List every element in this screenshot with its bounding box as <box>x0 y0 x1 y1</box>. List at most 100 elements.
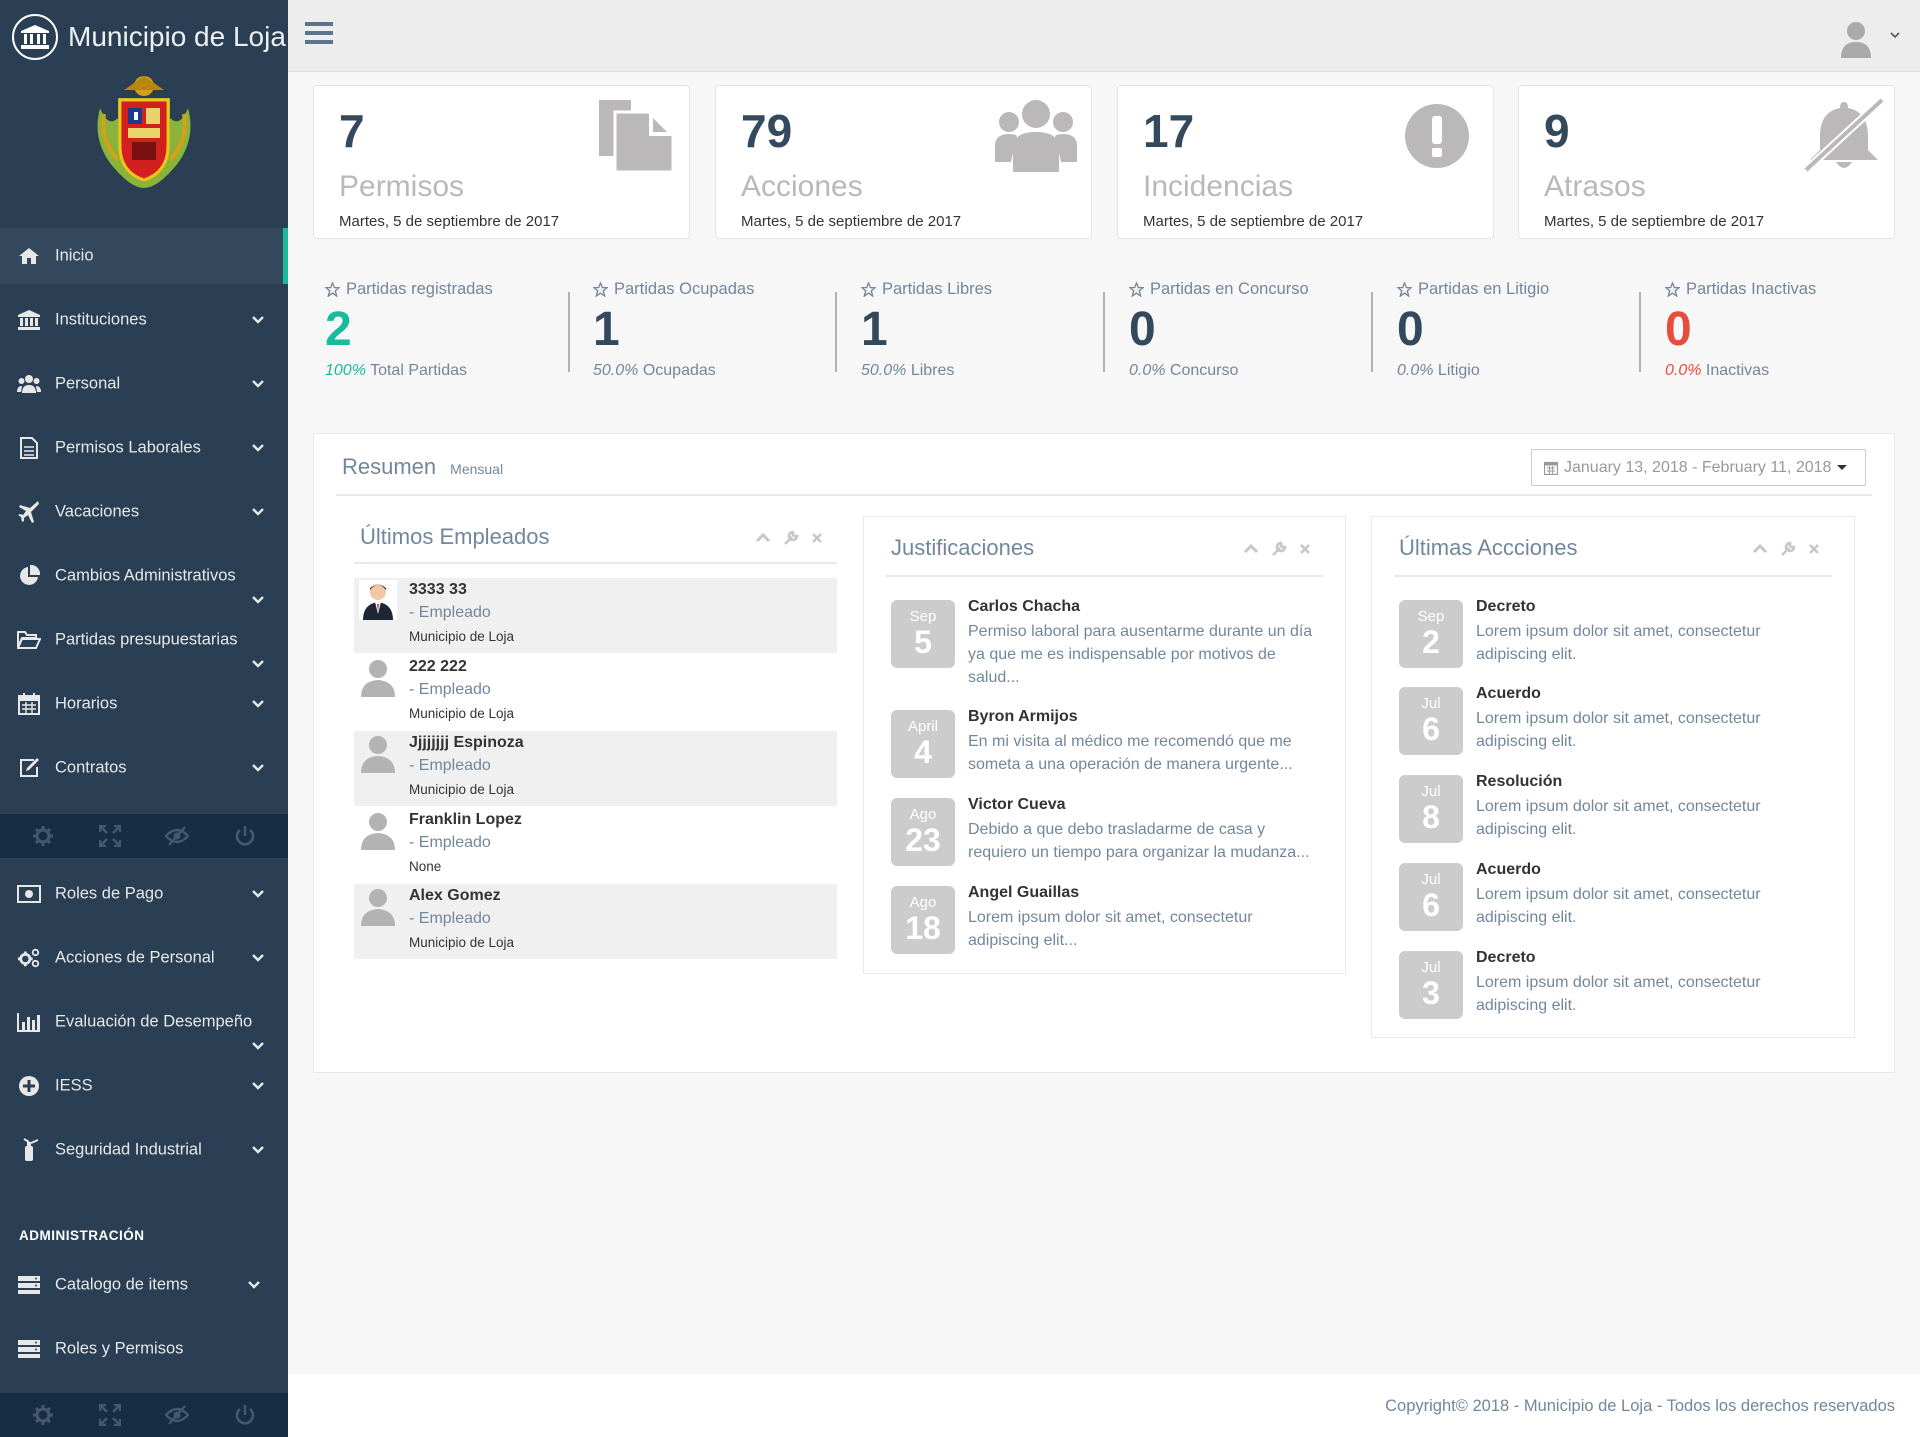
chevron-up-icon[interactable] <box>755 533 771 543</box>
file-icon <box>17 436 41 460</box>
stat-partidas-inactivas: Partidas Inactivas 0 0.0% Inactivas <box>1665 280 1817 379</box>
avatar <box>359 657 397 697</box>
tile-count: 9 <box>1544 105 1570 157</box>
sidebar-item-iess[interactable]: IESS <box>0 1058 288 1114</box>
chevron-down-icon <box>252 954 264 962</box>
power-icon[interactable] <box>234 825 256 847</box>
stat-partidas-en-litigio: Partidas en Litigio 0 0.0% Litigio <box>1397 280 1550 379</box>
admin-section-title: ADMINISTRACIÓN <box>19 1228 145 1243</box>
list-item[interactable]: 222 222 - Empleado Municipio de Loja <box>354 655 837 730</box>
eye-slash-icon[interactable] <box>165 1405 190 1425</box>
calendar-icon <box>17 692 41 716</box>
sidebar-item-horarios[interactable]: Horarios <box>0 676 288 732</box>
sidebar-item-roles-y-permisos[interactable]: Roles y Permisos <box>0 1321 288 1377</box>
tile-date: Martes, 5 de septiembre de 2017 <box>1143 213 1364 230</box>
chevron-down-icon <box>252 764 264 772</box>
event-item[interactable]: Sep 5 Carlos Chacha Permiso laboral para … <box>891 598 1331 686</box>
event-item[interactable]: Ago 23 Victor Cueva Debido a que debo tra… <box>891 796 1331 878</box>
gear-icon[interactable] <box>32 825 54 847</box>
gear-icon[interactable] <box>32 1404 54 1426</box>
event-item[interactable]: Sep 2 Decreto Lorem ipsum dolor sit amet,… <box>1399 598 1839 680</box>
avatar <box>359 810 397 850</box>
event-item[interactable]: Jul 6 Acuerdo Lorem ipsum dolor sit amet,… <box>1399 861 1839 943</box>
close-icon[interactable] <box>811 532 823 544</box>
event-item[interactable]: Jul 6 Acuerdo Lorem ipsum dolor sit amet,… <box>1399 685 1839 767</box>
sidebar-footer-bottom <box>0 1393 288 1437</box>
tile-count: 17 <box>1143 105 1195 157</box>
sidebar-item-catalogo-de-items[interactable]: Catalogo de items <box>0 1257 288 1313</box>
date-badge: Jul 6 <box>1399 863 1463 931</box>
empleados-panel: Últimos Empleados 3333 33 - Empleado Mun… <box>354 512 837 962</box>
list-item[interactable]: Alex Gomez - Empleado Municipio de Loja <box>354 884 837 959</box>
sidebar-item-inicio[interactable]: Inicio <box>0 228 288 284</box>
calendar-icon <box>1544 461 1558 475</box>
tile-date: Martes, 5 de septiembre de 2017 <box>339 213 560 230</box>
sidebar-item-contratos[interactable]: Contratos <box>0 740 288 796</box>
tile-label: Atrasos <box>1544 170 1646 203</box>
chevron-down-icon <box>252 890 264 898</box>
event-item[interactable]: April 4 Byron Armijos En mi visita al méd… <box>891 708 1331 790</box>
sidebar-item-seguridad-industrial[interactable]: Seguridad Industrial <box>0 1122 288 1178</box>
close-icon[interactable] <box>1808 543 1820 555</box>
list-item[interactable]: Jjjjjjjj Espinoza - Empleado Municipio d… <box>354 731 837 806</box>
page-footer: Copyright© 2018 - Municipio de Loja - To… <box>288 1374 1920 1437</box>
divider <box>1394 575 1832 577</box>
files-icon <box>597 98 675 174</box>
event-item[interactable]: Jul 8 Resolución Lorem ipsum dolor sit am… <box>1399 773 1839 855</box>
acciones-title: Últimas Accciones <box>1399 535 1578 560</box>
sidebar-item-acciones-de-personal[interactable]: Acciones de Personal <box>0 930 288 986</box>
date-badge: Sep 5 <box>891 600 955 668</box>
date-badge: Jul 6 <box>1399 687 1463 755</box>
event-item[interactable]: Ago 18 Angel Guaillas Lorem ipsum dolor s… <box>891 884 1331 966</box>
tile-acciones[interactable]: 79 Acciones Martes, 5 de septiembre de 2… <box>715 85 1092 239</box>
stat-value: 1 <box>861 303 888 356</box>
chevron-up-icon[interactable] <box>1243 544 1259 554</box>
event-item[interactable]: Jul 3 Decreto Lorem ipsum dolor sit amet,… <box>1399 949 1839 1031</box>
chevron-down-icon[interactable] <box>1890 32 1900 39</box>
stat-divider <box>1103 292 1105 372</box>
fullscreen-icon[interactable] <box>98 1404 121 1426</box>
brand[interactable]: Municipio de Loja <box>12 14 286 60</box>
fullscreen-icon[interactable] <box>98 825 121 847</box>
fire-extinguisher-icon <box>17 1138 41 1162</box>
eye-slash-icon[interactable] <box>165 826 190 846</box>
user-avatar[interactable] <box>1840 20 1872 58</box>
panel-toolbox <box>1243 541 1311 557</box>
avatar <box>359 580 397 620</box>
plane-icon <box>17 500 41 524</box>
close-icon[interactable] <box>1299 543 1311 555</box>
tile-label: Incidencias <box>1143 170 1294 203</box>
cogs-icon <box>17 946 41 970</box>
folder-open-icon <box>17 628 41 652</box>
wrench-icon[interactable] <box>1271 541 1287 557</box>
list-item[interactable]: 3333 33 - Empleado Municipio de Loja <box>354 578 837 653</box>
wrench-icon[interactable] <box>783 530 799 546</box>
power-icon[interactable] <box>234 1404 256 1426</box>
chevron-up-icon[interactable] <box>1752 544 1768 554</box>
tile-label: Permisos <box>339 170 465 203</box>
sidebar-item-vacaciones[interactable]: Vacaciones <box>0 484 288 540</box>
caret-down-icon <box>1837 465 1848 470</box>
chevron-down-icon <box>252 1146 264 1154</box>
wrench-icon[interactable] <box>1780 541 1796 557</box>
stat-divider <box>1639 292 1641 372</box>
chevron-down-icon <box>252 700 264 708</box>
sidebar-item-personal[interactable]: Personal <box>0 356 288 412</box>
panel-toolbox <box>1752 541 1820 557</box>
sidebar-item-instituciones[interactable]: Instituciones <box>0 292 288 348</box>
date-badge: Sep 2 <box>1399 600 1463 668</box>
stat-divider <box>1371 292 1373 372</box>
tile-permisos[interactable]: 7 Permisos Martes, 5 de septiembre de 20… <box>313 85 690 239</box>
sidebar-item-roles-de-pago[interactable]: Roles de Pago <box>0 866 288 922</box>
tile-date: Martes, 5 de septiembre de 2017 <box>741 213 962 230</box>
list-item[interactable]: Franklin Lopez - Empleado None <box>354 808 837 883</box>
date-range-picker[interactable]: January 13, 2018 - February 11, 2018 <box>1531 449 1866 486</box>
tile-atrasos[interactable]: 9 Atrasos Martes, 5 de septiembre de 201… <box>1518 85 1895 239</box>
tile-incidencias[interactable]: 17 Incidencias Martes, 5 de septiembre d… <box>1117 85 1494 239</box>
sidebar-item-permisos-laborales[interactable]: Permisos Laborales <box>0 420 288 476</box>
menu-toggle-icon[interactable] <box>305 20 333 46</box>
tile-count: 7 <box>339 105 365 157</box>
chevron-down-icon <box>252 316 264 324</box>
avatar <box>359 733 397 773</box>
date-badge: April 4 <box>891 710 955 778</box>
